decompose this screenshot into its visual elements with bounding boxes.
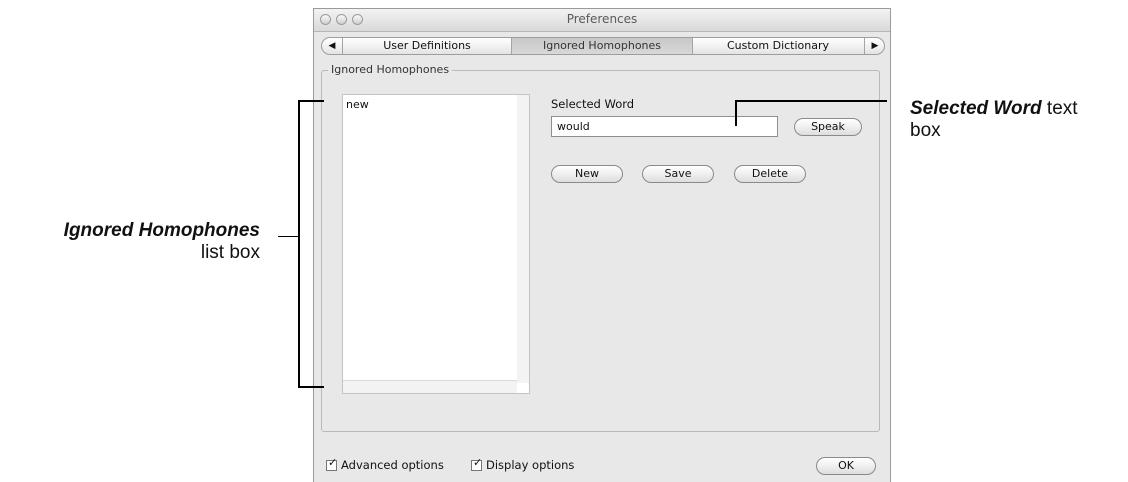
list-item[interactable]: new [346,98,369,111]
checkmark-icon: ✓ [473,455,483,469]
selected-word-label: Selected Word [551,97,635,111]
vertical-scrollbar[interactable] [517,95,529,383]
text-box-callout-rest2: box [910,120,941,141]
text-box-callout-rest: text [1041,98,1078,119]
ok-button[interactable]: OK [816,457,876,475]
list-box-callout-bold: Ignored Homophones [63,220,260,241]
advanced-options-checkbox[interactable]: ✓ Advanced options [326,455,444,472]
tab-custom-dictionary[interactable]: Custom Dictionary [693,38,863,54]
tab-strip: ◀ User Definitions Ignored Homophones Cu… [321,37,885,55]
callout-line [278,236,298,237]
callout-line [735,100,887,102]
ignored-homophones-group: Ignored Homophones new Selected Word Spe… [321,63,880,432]
text-box-callout: Selected Word text box [910,98,1125,142]
display-options-label: Display options [486,458,575,472]
preferences-window: Preferences ◀ User Definitions Ignored H… [313,8,891,482]
save-button[interactable]: Save [642,165,714,183]
horizontal-scrollbar[interactable] [343,380,517,393]
bracket-line [298,386,324,388]
bracket-line [298,100,324,102]
tab-user-definitions[interactable]: User Definitions [343,38,511,54]
delete-button[interactable]: Delete [734,165,806,183]
tab-scroll-left-icon[interactable]: ◀ [322,38,342,54]
list-box-callout-rest: list box [200,242,260,263]
advanced-options-label: Advanced options [341,458,444,472]
selected-word-input[interactable] [551,116,778,137]
bracket-line [298,100,300,388]
checkmark-icon: ✓ [328,455,338,469]
checkbox-box[interactable]: ✓ [471,455,483,471]
window-title: Preferences [566,12,638,26]
text-box-callout-bold: Selected Word [910,98,1042,119]
new-button[interactable]: New [551,165,623,183]
group-legend: Ignored Homophones [328,63,453,76]
callout-line [735,100,737,126]
tab-ignored-homophones[interactable]: Ignored Homophones [512,38,692,54]
display-options-checkbox[interactable]: ✓ Display options [471,455,575,472]
title-bar[interactable]: Preferences [314,9,890,32]
checkbox-box[interactable]: ✓ [326,455,338,471]
list-box-callout: Ignored Homophones list box [0,220,260,264]
tab-scroll-right-icon[interactable]: ▶ [865,38,884,54]
speak-button[interactable]: Speak [794,118,862,136]
ignored-homophones-listbox[interactable]: new [342,94,530,394]
